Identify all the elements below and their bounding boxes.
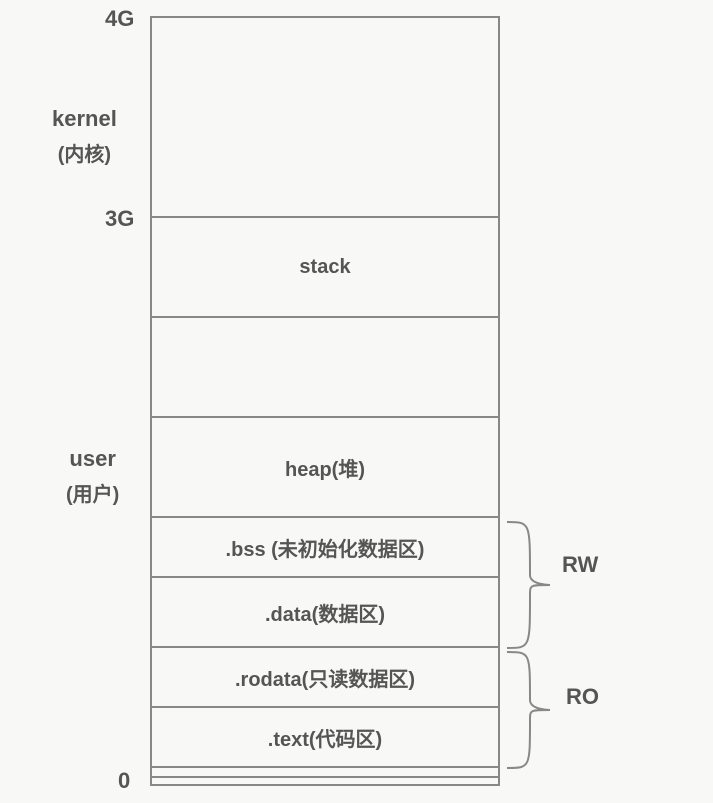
- address-3g: 3G: [105, 206, 134, 232]
- user-subtitle: (用户): [66, 478, 119, 507]
- segment-bss: .bss (未初始化数据区): [152, 518, 498, 578]
- segment-heap: heap(堆): [152, 418, 498, 518]
- address-4g: 4G: [105, 6, 134, 32]
- brace-ro: [502, 650, 572, 770]
- permission-rw: RW: [562, 552, 598, 578]
- memory-layout-diagram: stack heap(堆) .bss (未初始化数据区) .data(数据区) …: [150, 16, 500, 786]
- kernel-subtitle: (内核): [52, 138, 117, 167]
- address-0: 0: [118, 768, 130, 794]
- segment-thin: [152, 768, 498, 778]
- segment-kernel: [152, 18, 498, 218]
- segment-rodata: .rodata(只读数据区): [152, 648, 498, 708]
- segment-gap: [152, 318, 498, 418]
- kernel-title: kernel: [52, 106, 117, 131]
- permission-ro: RO: [566, 684, 599, 710]
- segment-stack: stack: [152, 218, 498, 318]
- segment-text: .text(代码区): [152, 708, 498, 768]
- kernel-space-label: kernel (内核): [52, 106, 117, 167]
- brace-rw: [502, 520, 572, 650]
- segment-data: .data(数据区): [152, 578, 498, 648]
- user-space-label: user (用户): [66, 446, 119, 507]
- user-title: user: [69, 446, 115, 471]
